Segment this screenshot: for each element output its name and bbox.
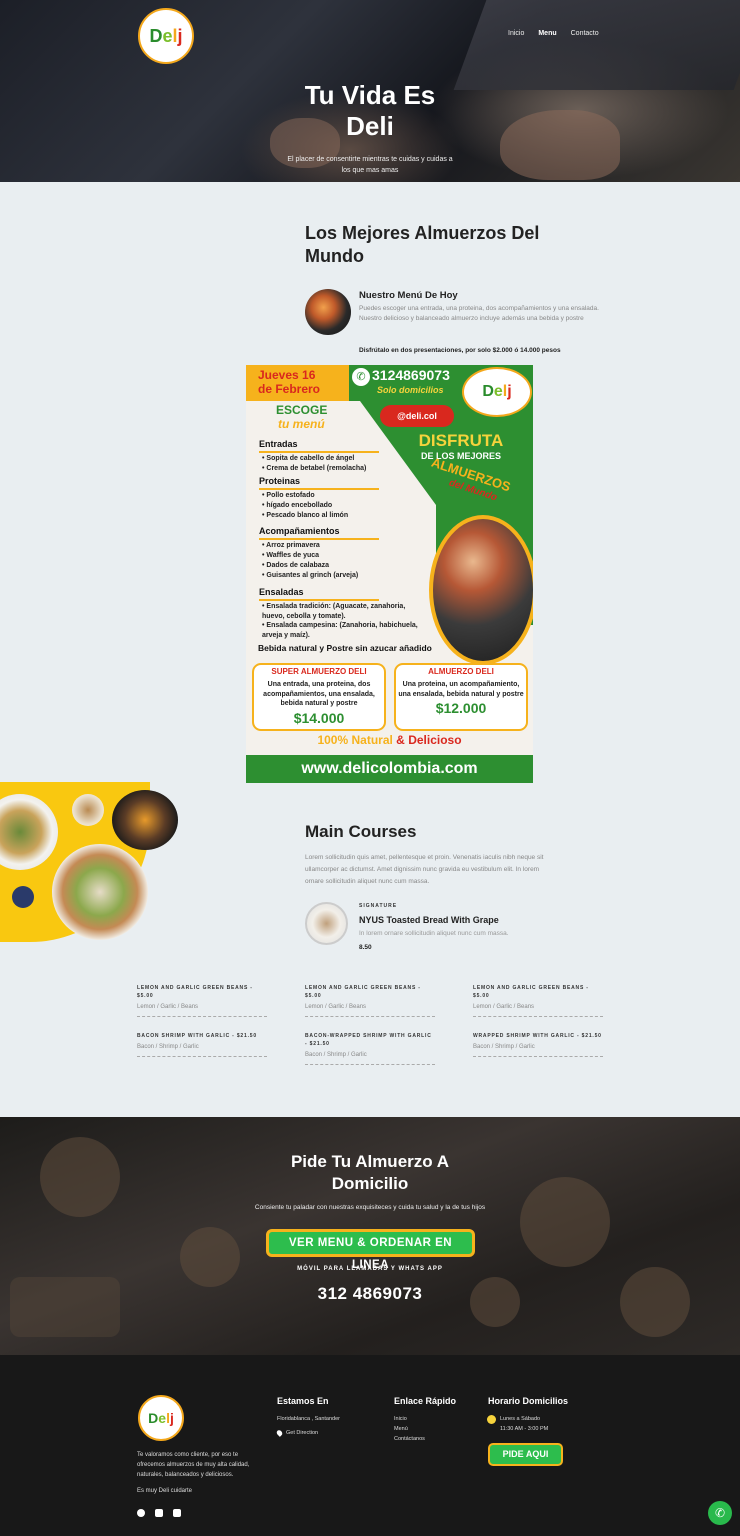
flyer-item: • Guisantes al grinch (arveja): [262, 572, 359, 579]
menu-flyer: Jueves 16 de Febrero ✆ 3124869073 Solo do…: [246, 365, 533, 783]
whatsapp-icon: ✆: [352, 368, 370, 386]
flyer-website: www.delicolombia.com: [246, 755, 533, 783]
flyer-section-title: Ensaladas: [259, 587, 304, 597]
nav-item-menu[interactable]: Menu: [538, 30, 556, 37]
menu-heading: Nuestro Menú De Hoy: [359, 290, 458, 301]
dish-item: LEMON AND GARLIC GREEN BEANS - $5.00 Lemo…: [473, 984, 603, 1017]
big-logo-image: Delj: [0, 182, 270, 364]
flyer-de-los-mejores: DE LOS MEJORES: [420, 451, 501, 461]
flyer-section-title: Acompañamientos: [259, 526, 340, 536]
hero-subtitle: El placer de consentirte mientras te cui…: [287, 156, 453, 174]
footer-about: Te valoramos como cliente, por eso te of…: [137, 1452, 250, 1478]
flyer-item: • Crema de betabel (remolacha): [262, 465, 367, 472]
menu-thumbnail: [305, 289, 351, 335]
main-courses-description: Lorem sollicitudin quis amet, pellentesq…: [305, 854, 544, 885]
flyer-item: • Arroz primavera: [262, 542, 320, 549]
footer-col-title: Estamos En: [277, 1396, 329, 1406]
featured-dish-price: 8.50: [359, 944, 372, 951]
order-here-button[interactable]: PIDE AQUI: [488, 1443, 563, 1466]
flyer-food-photo: [429, 515, 533, 665]
menu-price-text: Disfrútalo en dos presentaciones, por so…: [359, 347, 561, 354]
flyer-date: Jueves 16 de Febrero: [246, 365, 349, 401]
flyer-disfruta: DISFRUTA: [418, 431, 504, 450]
menu-description: Puedes escoger una entrada, una proteina…: [359, 305, 599, 322]
flyer-section-title: Proteinas: [259, 476, 301, 486]
dish-item: BACON SHRIMP WITH GARLIC - $21.50 Bacon /…: [137, 1032, 267, 1057]
site-logo[interactable]: Delj: [138, 8, 194, 64]
featured-dish-description: In lorem ornare sollicitudin aliquet nun…: [359, 930, 509, 937]
dish-item: LEMON AND GARLIC GREEN BEANS - $5.00 Lemo…: [137, 984, 267, 1017]
flyer-price-box-regular: ALMUERZO DELI Una proteina, un acompañam…: [394, 663, 528, 731]
footer-col-title: Horario Domicilios: [488, 1396, 569, 1406]
footer-link-contactanos[interactable]: Contáctanos: [394, 1434, 425, 1444]
flyer-natural-tagline: 100% Natural & Delicioso: [317, 733, 462, 747]
dish-item: WRAPPED SHRIMP WITH GARLIC - $21.50 Bacon…: [473, 1032, 603, 1057]
featured-dish-thumbnail: [305, 902, 348, 945]
footer: [0, 1355, 740, 1536]
flyer-item: • Ensalada tradición: (Aguacate, zanahor…: [262, 603, 406, 620]
flyer-item: • Waffles de yuca: [262, 552, 320, 559]
delivery-hours: 11:30 AM - 3:00 PM: [500, 1426, 549, 1432]
flyer-phone: 3124869073: [372, 367, 450, 383]
section-title: Los Mejores Almuerzos Del Mundo: [305, 223, 540, 266]
footer-logo[interactable]: Delj: [138, 1395, 184, 1441]
dish-item: LEMON AND GARLIC GREEN BEANS - $5.00 Lemo…: [305, 984, 435, 1017]
footer-tagline: Es muy Deli cuidarte: [137, 1488, 193, 1494]
flyer-instagram: @deli.col: [380, 405, 454, 427]
youtube-icon[interactable]: [155, 1509, 163, 1517]
footer-link-inicio[interactable]: Inicio: [394, 1414, 407, 1424]
flyer-section-title: Entradas: [259, 439, 298, 449]
footer-col-title: Enlace Rápido: [394, 1396, 457, 1406]
food-photo: [0, 782, 190, 952]
nav-item-contacto[interactable]: Contacto: [571, 30, 599, 37]
footer-address: Floridablanca , Santander: [277, 1416, 340, 1422]
flyer-logo: Delj: [462, 367, 532, 417]
flyer-item: • Dados de calabaza: [262, 562, 330, 569]
featured-dish-tag: SIGNATURE: [359, 903, 398, 909]
flyer-tu-menu: tu menú: [278, 417, 325, 431]
whatsapp-float-icon[interactable]: ✆: [708, 1501, 732, 1525]
phone-number[interactable]: 312 4869073: [250, 1284, 490, 1304]
flyer-item: • hígado encebollado: [262, 502, 333, 509]
facebook-icon[interactable]: [137, 1509, 145, 1517]
hero-title: Tu Vida Es Deli: [304, 80, 436, 141]
flyer-solo: Solo domicilios: [377, 385, 444, 395]
main-nav: Inicio Menu Contacto: [508, 30, 599, 37]
social-links: [137, 1509, 181, 1517]
get-direction-link[interactable]: Get Direction: [286, 1428, 318, 1438]
featured-dish-name: NYUS Toasted Bread With Grape: [359, 915, 499, 925]
order-title: Pide Tu Almuerzo A Domicilio: [290, 1152, 450, 1193]
flyer-price-box-super: SUPER ALMUERZO DELI Una entrada, una pro…: [252, 663, 386, 731]
flyer-bebida: Bebida natural y Postre sin azucar añadi…: [258, 643, 432, 653]
order-online-button[interactable]: VER MENU & ORDENAR EN LINEA: [266, 1229, 475, 1271]
flyer-item: • Ensalada campesina: (Zanahoria, habich…: [262, 622, 418, 639]
order-subtitle: Consiente tu paladar con nuestras exquis…: [254, 1204, 486, 1211]
flyer-item: • Pollo estofado: [262, 492, 315, 499]
main-courses-title: Main Courses: [305, 822, 417, 841]
flyer-item: • Pescado blanco al limón: [262, 512, 349, 519]
clock-icon: [487, 1415, 496, 1424]
flyer-item: • Sopita de cabello de ángel: [262, 455, 355, 462]
delivery-days: Lunes a Sábado: [500, 1416, 541, 1422]
instagram-icon[interactable]: [173, 1509, 181, 1517]
footer-link-menu[interactable]: Menú: [394, 1424, 408, 1434]
phone-label: MÓVIL PARA LLAMADAS Y WHATS APP: [297, 1266, 443, 1272]
dish-item: BACON-WRAPPED SHRIMP WITH GARLIC - $21.5…: [305, 1032, 435, 1065]
nav-item-inicio[interactable]: Inicio: [508, 30, 524, 37]
flyer-escoge: ESCOGE: [276, 403, 328, 417]
